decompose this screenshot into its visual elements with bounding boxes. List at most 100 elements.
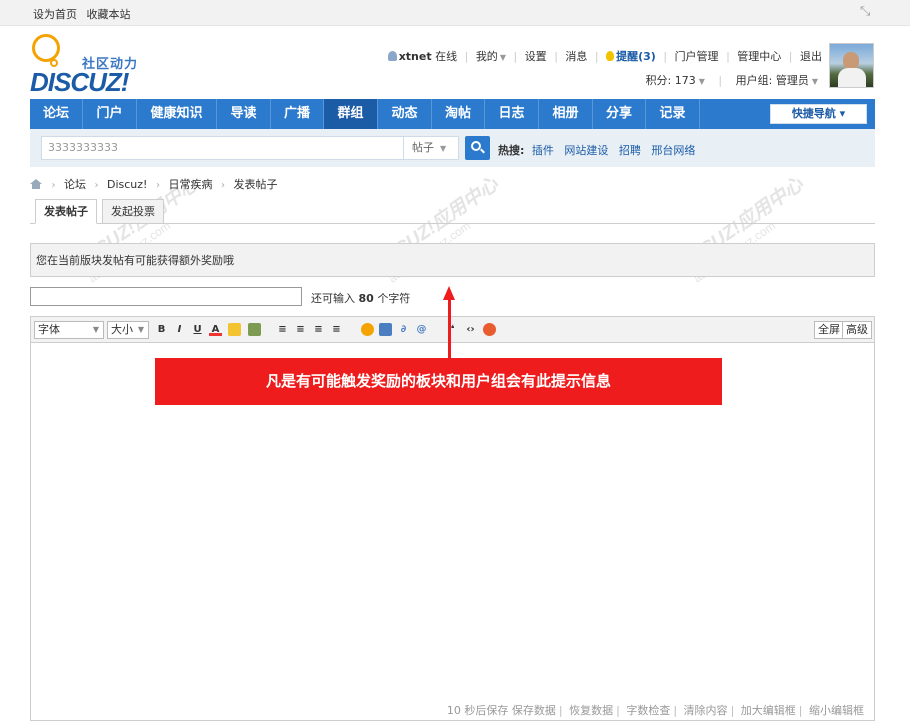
chevron-right-icon: › bbox=[51, 180, 56, 191]
quick-nav-button[interactable]: 快捷导航 ▾ bbox=[770, 104, 867, 124]
separator: | bbox=[558, 704, 563, 717]
char-count-prefix: 还可输入 bbox=[311, 292, 355, 305]
hot-word[interactable]: 网站建设 bbox=[564, 144, 608, 157]
char-count-value: 80 bbox=[358, 292, 374, 305]
search-type-select[interactable]: 帖子 ▼ bbox=[404, 136, 459, 160]
chevron-down-icon[interactable]: ▼ bbox=[500, 53, 506, 62]
highlight-icon[interactable] bbox=[228, 323, 241, 336]
italic-icon[interactable]: I bbox=[173, 323, 186, 336]
search-bar: 3333333333 帖子 ▼ 热搜: 插件 网站建设 招聘 邢台网络 bbox=[30, 129, 875, 167]
nav-item-blog[interactable]: 日志 bbox=[485, 99, 539, 129]
font-color-icon[interactable]: A bbox=[209, 323, 222, 336]
enlarge-editor-link[interactable]: 加大编辑框 bbox=[741, 704, 796, 717]
clear-content-link[interactable]: 清除内容 bbox=[684, 704, 728, 717]
align-justify-icon[interactable]: ≡ bbox=[330, 323, 343, 336]
annotation-callout: 凡是有可能触发奖励的板块和用户组会有此提示信息 bbox=[155, 358, 722, 405]
autosave-status[interactable]: 10 秒后保存 保存数据 bbox=[447, 704, 556, 717]
advanced-button[interactable]: 高级 bbox=[842, 321, 872, 339]
nav-item-health[interactable]: 健康知识 bbox=[137, 99, 217, 129]
nav-item-feed[interactable]: 动态 bbox=[378, 99, 432, 129]
smiley-icon[interactable] bbox=[361, 323, 374, 336]
nav-item-portal[interactable]: 门户 bbox=[83, 99, 137, 129]
nav-item-album[interactable]: 相册 bbox=[539, 99, 593, 129]
user-bar: xtnet 在线 | 我的 ▼ | 设置 | 消息 | 提醒(3) | 门户管理 … bbox=[387, 48, 822, 64]
breadcrumb-item[interactable]: Discuz! bbox=[107, 178, 147, 191]
admin-center-link[interactable]: 管理中心 bbox=[737, 50, 781, 63]
hot-word[interactable]: 招聘 bbox=[619, 144, 641, 157]
code-icon[interactable]: ‹› bbox=[464, 323, 477, 336]
avatar-body bbox=[838, 68, 866, 87]
expand-icon[interactable]: ⤡ bbox=[860, 5, 874, 19]
portal-manage-link[interactable]: 门户管理 bbox=[675, 50, 719, 63]
chevron-down-icon: ▼ bbox=[137, 325, 144, 334]
online-status[interactable]: 在线 bbox=[435, 50, 457, 63]
image-icon[interactable] bbox=[379, 323, 392, 336]
bookmark-link[interactable]: 收藏本站 bbox=[87, 8, 131, 21]
align-center-icon[interactable]: ≡ bbox=[294, 323, 307, 336]
tab-new-post[interactable]: 发表帖子 bbox=[35, 199, 97, 224]
breadcrumb-current: 发表帖子 bbox=[233, 178, 278, 191]
hot-search: 热搜: 插件 网站建设 招聘 邢台网络 bbox=[498, 142, 702, 158]
shrink-editor-link[interactable]: 缩小编辑框 bbox=[809, 704, 864, 717]
fullscreen-button[interactable]: 全屏 bbox=[814, 321, 844, 339]
hot-word[interactable]: 插件 bbox=[532, 144, 554, 157]
restore-data-link[interactable]: 恢复数据 bbox=[569, 704, 613, 717]
separator: | bbox=[788, 50, 793, 63]
separator: | bbox=[730, 704, 735, 717]
link-icon[interactable] bbox=[248, 323, 261, 336]
separator: | bbox=[718, 74, 723, 87]
font-select[interactable]: 字体 ▼ bbox=[34, 321, 104, 339]
bulb-dot bbox=[50, 59, 58, 67]
chevron-down-icon[interactable]: ▼ bbox=[699, 77, 705, 86]
align-right-icon[interactable]: ≡ bbox=[312, 323, 325, 336]
at-icon[interactable]: @ bbox=[415, 323, 428, 336]
breadcrumb-item[interactable]: 论坛 bbox=[64, 178, 86, 191]
nav-item-record[interactable]: 记录 bbox=[646, 99, 700, 129]
set-home-link[interactable]: 设为首页 bbox=[33, 8, 77, 21]
size-select[interactable]: 大小 ▼ bbox=[107, 321, 149, 339]
messages-link[interactable]: 消息 bbox=[565, 50, 587, 63]
mine-menu[interactable]: 我的 bbox=[476, 50, 498, 63]
char-count: 还可输入 80 个字符 bbox=[311, 290, 410, 306]
post-tabs: 发表帖子 发起投票 bbox=[30, 199, 875, 224]
word-count-link[interactable]: 字数检查 bbox=[626, 704, 670, 717]
separator: | bbox=[464, 50, 469, 63]
username-link[interactable]: xtnet bbox=[399, 50, 432, 63]
settings-link[interactable]: 设置 bbox=[525, 50, 547, 63]
search-button[interactable] bbox=[465, 136, 490, 160]
user-stats: 积分: 173 ▼ | 用户组: 管理员 ▼ bbox=[646, 72, 818, 88]
hot-search-label: 热搜: bbox=[498, 144, 525, 157]
tab-new-poll[interactable]: 发起投票 bbox=[102, 199, 164, 224]
font-select-label: 字体 bbox=[38, 323, 60, 336]
align-left-icon[interactable]: ≡ bbox=[276, 323, 289, 336]
underline-icon[interactable]: U bbox=[191, 323, 204, 336]
editor-toolbar: 字体 ▼ 大小 ▼ B I U A ≡ ≡ ≡ ≡ ∂ @ ❝ ‹› 全屏 高级 bbox=[31, 317, 874, 343]
quote-icon[interactable]: ❝ bbox=[445, 323, 458, 336]
hot-word[interactable]: 邢台网络 bbox=[651, 144, 695, 157]
logout-link[interactable]: 退出 bbox=[800, 50, 822, 63]
site-logo[interactable]: 社区动力 DISCUZ! bbox=[30, 34, 160, 97]
user-group-menu[interactable]: 用户组: 管理员 bbox=[736, 74, 809, 87]
nav-item-guide[interactable]: 导读 bbox=[217, 99, 271, 129]
chevron-down-icon[interactable]: ▼ bbox=[812, 77, 818, 86]
nav-item-share[interactable]: 分享 bbox=[593, 99, 646, 129]
home-icon[interactable] bbox=[30, 179, 43, 189]
points-menu[interactable]: 积分: 173 bbox=[646, 74, 696, 87]
nav-item-broadcast[interactable]: 广播 bbox=[271, 99, 324, 129]
remind-link[interactable]: 提醒(3) bbox=[616, 50, 656, 63]
nav-item-collection[interactable]: 淘帖 bbox=[432, 99, 485, 129]
breadcrumb-item[interactable]: 日常疾病 bbox=[168, 178, 212, 191]
top-bar: 设为首页 收藏本站 ⤡ bbox=[0, 0, 910, 26]
logo-en-text: DISCUZ! bbox=[30, 67, 129, 97]
bold-icon[interactable]: B bbox=[155, 323, 168, 336]
search-input[interactable]: 3333333333 bbox=[41, 136, 404, 160]
attachment-icon[interactable]: ∂ bbox=[397, 323, 410, 336]
avatar[interactable] bbox=[829, 43, 874, 88]
post-title-input[interactable] bbox=[30, 287, 302, 306]
nav-item-group[interactable]: 群组 bbox=[324, 99, 378, 129]
nav-item-forum[interactable]: 论坛 bbox=[30, 99, 83, 129]
sticker-icon[interactable] bbox=[483, 323, 496, 336]
chevron-right-icon: › bbox=[155, 180, 160, 191]
separator: | bbox=[673, 704, 678, 717]
separator: | bbox=[616, 704, 620, 717]
